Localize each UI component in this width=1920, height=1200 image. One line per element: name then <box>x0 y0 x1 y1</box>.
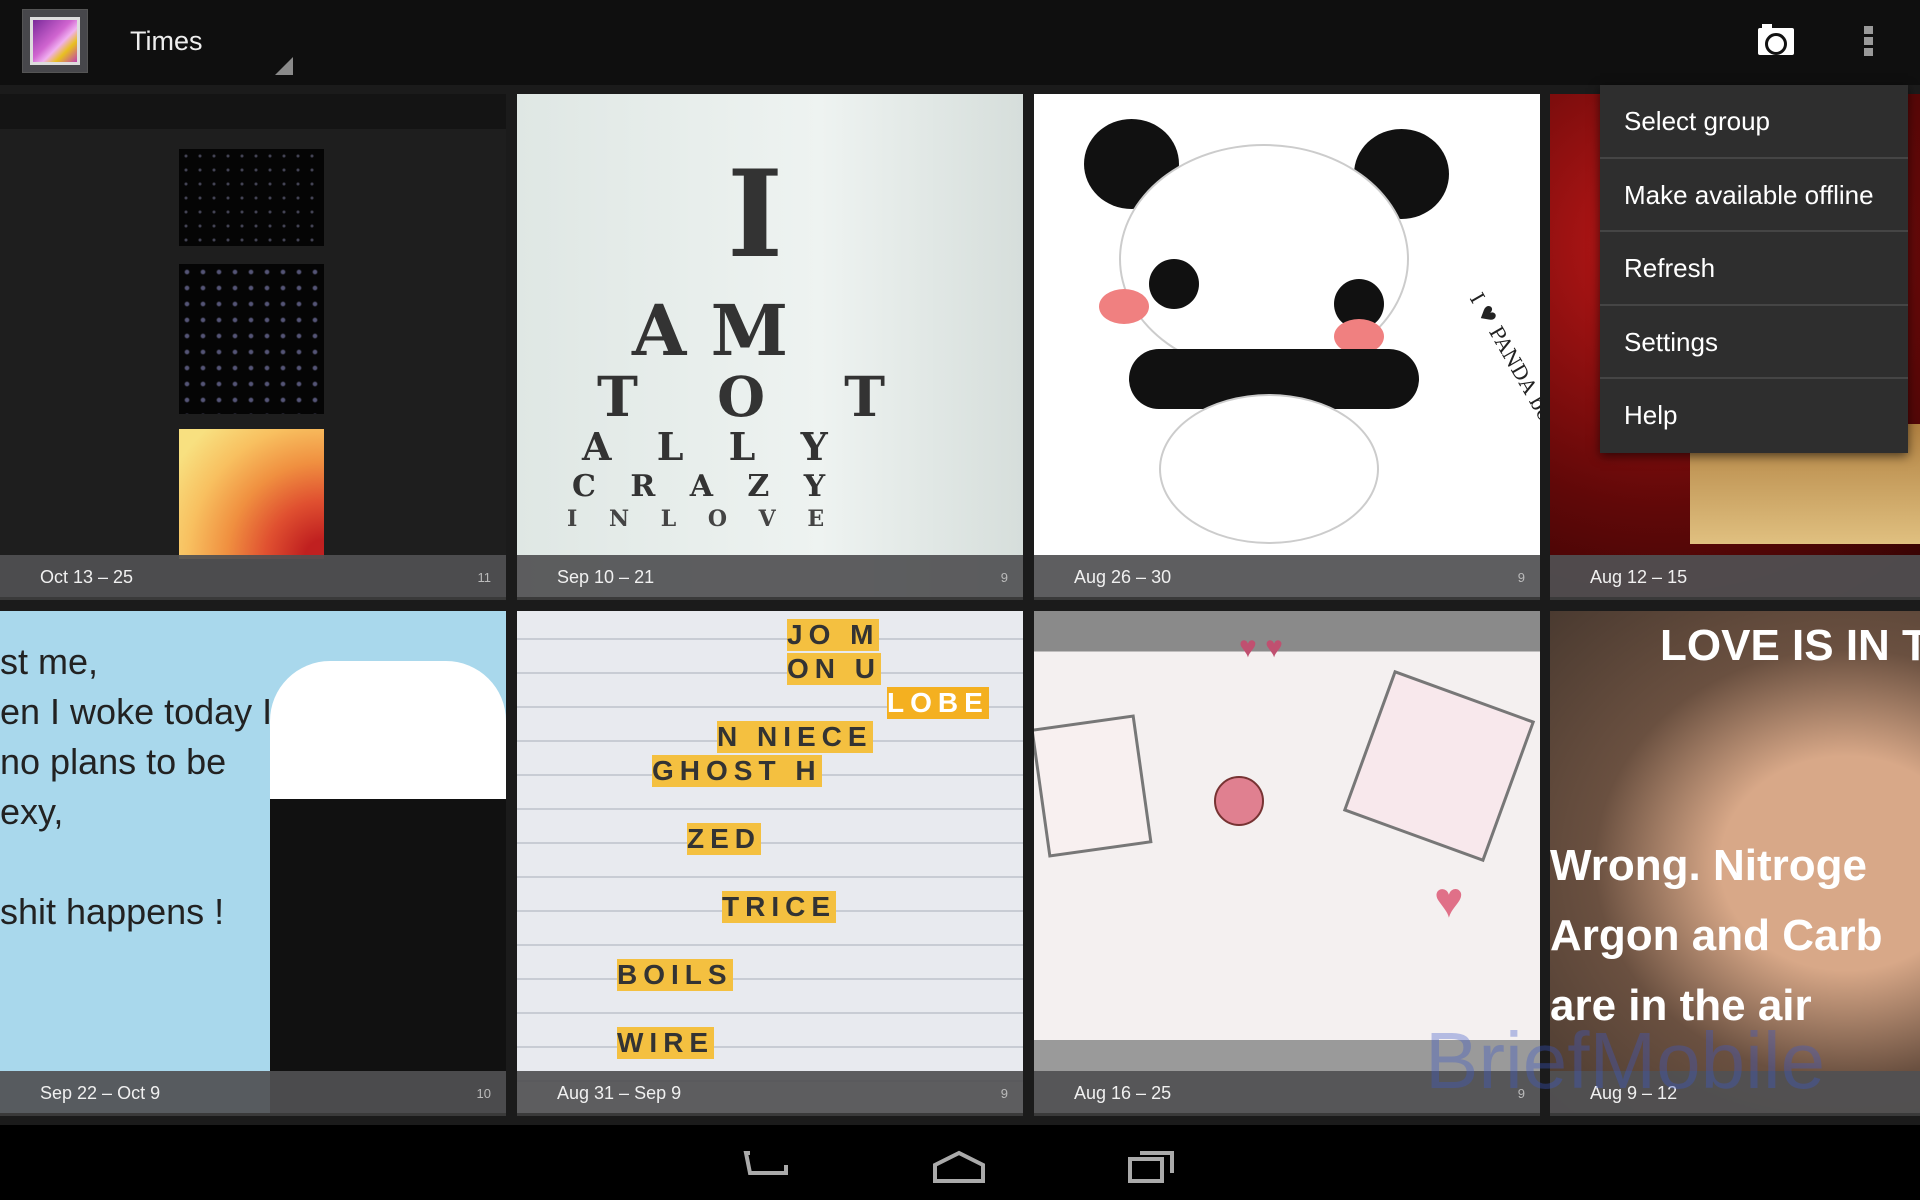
album-date: Aug 31 – Sep 9 <box>557 1083 682 1103</box>
heart: ♥ ♥ <box>1239 631 1283 664</box>
album-count: 10 <box>476 1086 491 1101</box>
camera-icon[interactable] <box>1758 24 1794 55</box>
image-text: shit happens ! <box>0 891 225 932</box>
spinner-dropdown-icon[interactable] <box>275 57 293 75</box>
image-text: WIRE <box>617 1027 715 1059</box>
image-text: I <box>727 144 784 285</box>
image-text: T O T <box>597 364 916 429</box>
image-text: A M <box>632 289 789 372</box>
image-text: Argon and Carb <box>1550 911 1883 960</box>
panda-cheek <box>1099 289 1149 324</box>
image-text: LOVE IS IN T <box>1660 621 1920 670</box>
screenshot-thumb <box>179 429 324 559</box>
album-date: Aug 26 – 30 <box>1074 567 1172 587</box>
album-date: Oct 13 – 25 <box>40 567 134 587</box>
album-tile[interactable]: Oct 13 – 25 11 <box>0 94 506 600</box>
menu-item-refresh[interactable]: Refresh <box>1600 232 1908 306</box>
album-date: Sep 10 – 21 <box>557 567 655 587</box>
album-tile[interactable]: JO M ON U LOBE N NIECE GHOST H ZED TRICE… <box>517 611 1023 1116</box>
album-tile[interactable]: I ♥ PANDA bear Aug 26 – 30 9 <box>1034 94 1540 600</box>
album-tile[interactable]: I A M T O T A L L Y C R A Z Y I N L O V … <box>517 94 1023 600</box>
album-date: Aug 12 – 15 <box>1590 567 1688 587</box>
menu-item-select-group[interactable]: Select group <box>1600 85 1908 159</box>
album-count: 11 <box>477 570 492 585</box>
album-caption: Sep 22 – Oct 9 10 <box>0 1071 506 1116</box>
screenshot-thumb <box>0 94 506 129</box>
gallery-icon[interactable] <box>22 9 88 73</box>
image-text: GHOST H <box>652 755 822 787</box>
album-count: 9 <box>1000 570 1008 585</box>
action-bar: Times <box>0 0 1920 85</box>
overflow-menu-icon[interactable] <box>1864 26 1874 58</box>
image-text: exy, <box>0 791 64 832</box>
menu-item-settings[interactable]: Settings <box>1600 306 1908 379</box>
image-text: LOBE <box>887 687 989 719</box>
view-spinner-title[interactable]: Times <box>130 26 203 57</box>
man-illustration <box>270 661 506 1116</box>
image-text: ON U <box>787 653 881 685</box>
album-caption: Oct 13 – 25 11 <box>0 555 506 600</box>
image-text: ZED <box>687 823 761 855</box>
image-text: I ♥ PANDA bear <box>1464 288 1540 444</box>
image-text: en I woke today I <box>0 691 273 732</box>
panda-body <box>1159 394 1379 544</box>
album-caption: Sep 10 – 21 9 <box>517 555 1023 600</box>
menu-item-make-available-offline[interactable]: Make available offline <box>1600 159 1908 232</box>
image-text: Wrong. Nitroge <box>1550 841 1867 890</box>
rose <box>1214 776 1264 826</box>
screenshot-thumb <box>179 264 324 414</box>
system-navigation-bar <box>0 1125 1920 1200</box>
heart: ♥ <box>1434 872 1464 928</box>
screenshot-thumb <box>179 149 324 246</box>
album-date: Aug 16 – 25 <box>1074 1083 1172 1103</box>
menu-item-help[interactable]: Help <box>1600 379 1908 453</box>
back-icon[interactable] <box>742 1145 794 1185</box>
image-text: A L L Y <box>582 424 844 469</box>
image-text: C R A Z Y <box>572 469 838 504</box>
album-count: 9 <box>1000 1086 1008 1101</box>
robot-head <box>1034 714 1153 858</box>
image-text: TRICE <box>722 891 836 923</box>
album-tile[interactable]: st me, en I woke today I no plans to be … <box>0 611 506 1116</box>
watermark: BriefMobile <box>1425 1016 1826 1105</box>
image-text: N NIECE <box>717 721 873 753</box>
panda-eye <box>1149 259 1199 309</box>
robot-head <box>1342 669 1536 863</box>
album-date: Sep 22 – Oct 9 <box>40 1083 161 1103</box>
image-text: no plans to be <box>0 741 227 782</box>
image-text: st me, <box>0 641 99 682</box>
album-count: 9 <box>1517 570 1525 585</box>
recent-apps-icon[interactable] <box>1126 1145 1178 1185</box>
overflow-menu: Select group Make available offline Refr… <box>1600 85 1908 453</box>
image-text: I N L O V E <box>567 506 837 532</box>
home-icon[interactable] <box>933 1145 985 1185</box>
image-text: JO M <box>787 619 880 651</box>
album-caption: Aug 31 – Sep 9 9 <box>517 1071 1023 1116</box>
album-caption: Aug 26 – 30 9 <box>1034 555 1540 600</box>
image-text: BOILS <box>617 959 733 991</box>
album-caption: Aug 12 – 15 <box>1550 555 1920 600</box>
